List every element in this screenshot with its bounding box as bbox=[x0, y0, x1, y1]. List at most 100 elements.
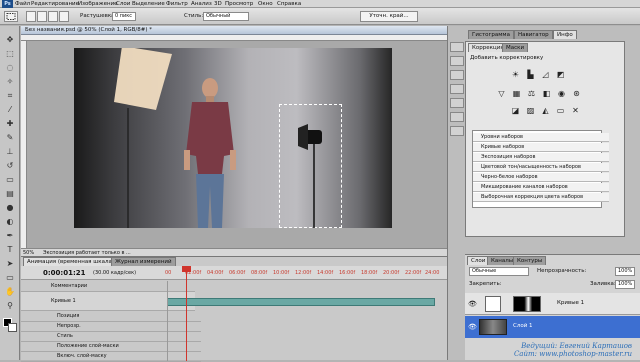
threshold-icon[interactable]: ◭ bbox=[540, 106, 551, 116]
feather-input[interactable]: 0 пикс bbox=[112, 12, 136, 21]
exposure-icon[interactable]: ◩ bbox=[555, 70, 566, 80]
character-panel-icon[interactable] bbox=[450, 112, 464, 122]
invert-icon[interactable]: ◪ bbox=[510, 106, 521, 116]
layer-thumbnail[interactable] bbox=[479, 319, 507, 335]
shape-tool-icon[interactable]: ▭ bbox=[3, 272, 17, 283]
selective-color-icon[interactable]: ✕ bbox=[570, 106, 581, 116]
menu-select[interactable]: Выделение bbox=[132, 0, 165, 8]
brightness-contrast-icon[interactable]: ☀ bbox=[510, 70, 521, 80]
tool-preset-button[interactable] bbox=[4, 11, 18, 22]
tab-histogram[interactable]: Гистограмма bbox=[468, 30, 514, 39]
preset-item[interactable]: Выборочная коррекция цвета наборов bbox=[473, 193, 609, 202]
hue-saturation-icon[interactable]: ▦ bbox=[511, 89, 522, 99]
zoom-tool-icon[interactable]: ⚲ bbox=[3, 300, 17, 311]
subtract-selection-button[interactable] bbox=[48, 11, 58, 22]
tool-presets-panel-icon[interactable] bbox=[450, 98, 464, 108]
menu-layers[interactable]: Слои bbox=[116, 0, 130, 8]
actions-panel-icon[interactable] bbox=[450, 56, 464, 66]
tab-paths[interactable]: Контуры bbox=[513, 256, 547, 265]
document-tab[interactable]: Без названия.psd @ 50% (Слой 1, RGB/8#) … bbox=[21, 26, 447, 35]
preset-item[interactable]: Микширование каналов наборов bbox=[473, 183, 609, 192]
refine-edge-button[interactable]: Уточн. край... bbox=[360, 11, 418, 22]
preset-item[interactable]: Уровни наборов bbox=[473, 133, 609, 142]
menu-3d[interactable]: 3D bbox=[214, 0, 222, 8]
layer-name[interactable]: Кривые 1 bbox=[557, 300, 584, 306]
preset-item[interactable]: Черно-белое наборов bbox=[473, 173, 609, 182]
intersect-selection-button[interactable] bbox=[59, 11, 69, 22]
feather-label: Растушевка: bbox=[80, 13, 117, 19]
clone-source-panel-icon[interactable] bbox=[450, 84, 464, 94]
clone-stamp-icon[interactable]: ⊥ bbox=[3, 146, 17, 157]
dodge-tool-icon[interactable]: ◐ bbox=[3, 216, 17, 227]
vibrance-icon[interactable]: ▽ bbox=[496, 89, 507, 99]
add-selection-button[interactable] bbox=[37, 11, 47, 22]
tab-navigator[interactable]: Навигатор bbox=[514, 30, 553, 39]
time-tick: 20:00f bbox=[383, 270, 400, 276]
type-tool-icon[interactable]: T bbox=[3, 244, 17, 255]
background-color-swatch[interactable] bbox=[8, 323, 17, 332]
magic-wand-icon[interactable]: ✧ bbox=[3, 76, 17, 87]
new-selection-button[interactable] bbox=[26, 11, 36, 22]
eraser-tool-icon[interactable]: ▭ bbox=[3, 174, 17, 185]
current-timecode[interactable]: 0:00:01:21 bbox=[43, 269, 86, 277]
menu-help[interactable]: Справка bbox=[277, 0, 301, 8]
tab-layers[interactable]: Слои bbox=[467, 256, 490, 265]
channel-mixer-icon[interactable]: ⊛ bbox=[571, 89, 582, 99]
gradient-map-icon[interactable]: ▭ bbox=[555, 106, 566, 116]
brush-tool-icon[interactable]: ✎ bbox=[3, 132, 17, 143]
eye-icon[interactable]: 👁 bbox=[468, 300, 477, 308]
levels-icon[interactable]: ▙ bbox=[525, 70, 536, 80]
move-tool-icon[interactable]: ✥ bbox=[3, 34, 17, 45]
gradient-tool-icon[interactable]: ▤ bbox=[3, 188, 17, 199]
paragraph-panel-icon[interactable] bbox=[450, 126, 464, 136]
blur-tool-icon[interactable]: ● bbox=[3, 202, 17, 213]
playhead[interactable] bbox=[186, 266, 187, 361]
tab-animation[interactable]: Анимация (временная шкала) bbox=[23, 257, 118, 266]
black-white-icon[interactable]: ◧ bbox=[541, 89, 552, 99]
time-tick: 04:00f bbox=[207, 270, 224, 276]
path-selection-icon[interactable]: ➤ bbox=[3, 258, 17, 269]
crop-tool-icon[interactable]: ⌗ bbox=[3, 90, 17, 101]
menu-edit[interactable]: Редактирование bbox=[31, 0, 79, 8]
lasso-tool-icon[interactable]: ◌ bbox=[3, 62, 17, 73]
marquee-tool-icon[interactable]: ⬚ bbox=[3, 48, 17, 59]
document-canvas[interactable] bbox=[74, 48, 392, 228]
tab-masks[interactable]: Маски bbox=[502, 43, 529, 52]
layer-row-selected[interactable]: 👁 Слой 1 bbox=[465, 316, 640, 338]
blend-mode-select[interactable]: Обычные bbox=[469, 267, 529, 276]
layer-name[interactable]: Слой 1 bbox=[513, 323, 533, 329]
playhead-handle[interactable] bbox=[182, 266, 191, 272]
preset-item[interactable]: Кривые наборов bbox=[473, 143, 609, 152]
menu-file[interactable]: Файл bbox=[15, 0, 30, 8]
app-logo: Ps bbox=[2, 0, 13, 8]
adjustments-panel: Коррекция Маски Добавить корректировку ☀… bbox=[465, 41, 625, 237]
eyedropper-icon[interactable]: ⁄ bbox=[3, 104, 17, 115]
brush-panel-icon[interactable] bbox=[450, 70, 464, 80]
opacity-input[interactable]: 100% bbox=[615, 267, 635, 276]
posterize-icon[interactable]: ▨ bbox=[525, 106, 536, 116]
history-panel-icon[interactable] bbox=[450, 42, 464, 52]
preset-item[interactable]: Экспозиция наборов bbox=[473, 153, 609, 162]
adjustments-title: Добавить корректировку bbox=[470, 55, 544, 61]
layer-mask-thumbnail[interactable] bbox=[513, 296, 541, 312]
menu-image[interactable]: Изображение bbox=[78, 0, 118, 8]
photo-filter-icon[interactable]: ◉ bbox=[556, 89, 567, 99]
menu-filter[interactable]: Фильтр bbox=[166, 0, 188, 8]
tools-panel: ✥ ⬚ ◌ ✧ ⌗ ⁄ ✚ ✎ ⊥ ↺ ▭ ▤ ● ◐ ✒ T ➤ ▭ ✋ ⚲ bbox=[0, 26, 20, 360]
healing-brush-icon[interactable]: ✚ bbox=[3, 118, 17, 129]
fill-input[interactable]: 100% bbox=[615, 280, 635, 289]
menu-view[interactable]: Просмотр bbox=[225, 0, 253, 8]
preset-item[interactable]: Цветовой тон/насыщенность наборов bbox=[473, 163, 609, 172]
tab-info[interactable]: Инфо bbox=[553, 30, 577, 39]
layer-row[interactable]: 👁 Кривые 1 bbox=[465, 293, 640, 315]
curves-icon[interactable]: ◿ bbox=[540, 70, 551, 80]
menu-window[interactable]: Окно bbox=[258, 0, 273, 8]
style-select[interactable]: Обычный bbox=[203, 12, 249, 21]
menu-analysis[interactable]: Анализ bbox=[191, 0, 212, 8]
pen-tool-icon[interactable]: ✒ bbox=[3, 230, 17, 241]
eye-icon[interactable]: 👁 bbox=[468, 323, 477, 331]
color-balance-icon[interactable]: ⚖ bbox=[526, 89, 537, 99]
tab-measurement-log[interactable]: Журнал измерений bbox=[111, 257, 176, 266]
hand-tool-icon[interactable]: ✋ bbox=[3, 286, 17, 297]
history-brush-icon[interactable]: ↺ bbox=[3, 160, 17, 171]
